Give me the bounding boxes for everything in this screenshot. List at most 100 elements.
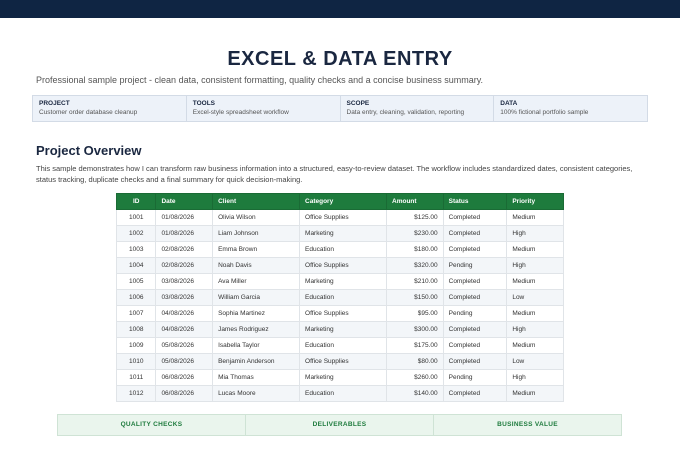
cell-priority: Low	[506, 289, 564, 306]
table-row: 1005 03/08/2026 Ava Miller Marketing $210.00…	[115, 273, 564, 290]
table-row: 1009 05/08/2026 Isabella Taylor Education $1…	[115, 337, 564, 354]
cell-date: 01/08/2026	[155, 209, 214, 226]
page-subtitle: Professional sample project - clean data…	[36, 75, 484, 85]
info-value: Excel-style spreadsheet workflow	[192, 109, 289, 116]
cell-client: Isabella Taylor	[212, 337, 301, 354]
cell-id: 1002	[115, 225, 157, 242]
orders-table: ID Date Client Category Amount Status Pr…	[115, 193, 564, 402]
cell-status: Completed	[442, 273, 508, 290]
table-row: 1010 05/08/2026 Benjamin Anderson Office Su…	[115, 353, 564, 370]
info-project: PROJECT Customer order database cleanup	[33, 96, 187, 121]
quality-checks-label: QUALITY CHECKS	[58, 415, 246, 435]
info-label: SCOPE	[346, 100, 370, 107]
cell-amount: $80.00	[386, 353, 444, 370]
cell-priority: Low	[506, 353, 564, 370]
cell-category: Office Supplies	[299, 305, 387, 322]
cell-priority: Medium	[506, 385, 564, 402]
cell-status: Completed	[442, 289, 508, 306]
cell-amount: $230.00	[386, 225, 444, 242]
cell-date: 06/08/2026	[155, 369, 214, 386]
cell-amount: $150.00	[386, 289, 444, 306]
cell-client: Lucas Moore	[212, 385, 301, 402]
cell-id: 1001	[115, 209, 157, 226]
info-value: 100% fictional portfolio sample	[500, 109, 589, 116]
info-value: Data entry, cleaning, validation, report…	[346, 109, 465, 116]
table-row: 1011 06/08/2026 Mia Thomas Marketing $260.00…	[115, 369, 564, 386]
cell-priority: High	[506, 257, 564, 274]
cell-client: Olivia Wilson	[212, 209, 301, 226]
cell-priority: Medium	[506, 241, 564, 258]
cell-status: Completed	[442, 209, 508, 226]
cell-client: Mia Thomas	[212, 369, 301, 386]
cell-priority: Medium	[506, 337, 564, 354]
cell-category: Marketing	[299, 369, 387, 386]
business-value-label: BUSINESS VALUE	[497, 421, 558, 428]
cell-date: 05/08/2026	[155, 353, 214, 370]
cell-status: Completed	[442, 353, 508, 370]
cell-amount: $180.00	[386, 241, 444, 258]
cell-status: Completed	[442, 385, 508, 402]
cell-amount: $210.00	[386, 273, 444, 290]
cell-amount: $300.00	[386, 321, 444, 338]
cell-id: 1005	[115, 273, 157, 290]
cell-amount: $140.00	[386, 385, 444, 402]
cell-priority: High	[506, 321, 564, 338]
cell-priority: Medium	[506, 209, 564, 226]
cell-id: 1012	[115, 385, 157, 402]
cell-client: Noah Davis	[212, 257, 301, 274]
table-row: 1001 01/08/2026 Olivia Wilson Office Suppli…	[115, 209, 564, 226]
cell-date: 03/08/2026	[155, 289, 214, 306]
cell-category: Education	[299, 289, 387, 306]
cell-status: Pending	[442, 257, 508, 274]
cell-date: 04/08/2026	[155, 305, 214, 322]
cell-priority: Medium	[506, 273, 564, 290]
cell-id: 1003	[115, 241, 157, 258]
cell-date: 03/08/2026	[155, 273, 214, 290]
info-data: DATA 100% fictional portfolio sample	[494, 96, 647, 121]
info-tools: TOOLS Excel-style spreadsheet workflow	[187, 96, 341, 121]
cell-priority: High	[506, 225, 564, 242]
table-row: 1007 04/08/2026 Sophia Martinez Office Supp…	[115, 305, 564, 322]
cell-client: Liam Johnson	[212, 225, 301, 242]
table-header-row: ID Date Client Category Amount Status Pr…	[115, 193, 564, 210]
cell-category: Education	[299, 385, 387, 402]
cell-date: 05/08/2026	[155, 337, 214, 354]
cell-client: William Garcia	[212, 289, 301, 306]
cell-amount: $320.00	[386, 257, 444, 274]
cell-category: Office Supplies	[299, 257, 387, 274]
cell-category: Marketing	[299, 225, 387, 242]
info-label: PROJECT	[39, 100, 70, 107]
info-scope: SCOPE Data entry, cleaning, validation, …	[341, 96, 495, 121]
table-row: 1008 04/08/2026 James Rodriguez Marketing $3…	[115, 321, 564, 338]
header-client: Client	[212, 193, 301, 210]
cell-category: Marketing	[299, 273, 387, 290]
header-id: ID	[115, 193, 157, 210]
cell-date: 02/08/2026	[155, 257, 214, 274]
cell-id: 1004	[115, 257, 157, 274]
cell-date: 06/08/2026	[155, 385, 214, 402]
cell-date: 01/08/2026	[155, 225, 214, 242]
cell-status: Completed	[442, 337, 508, 354]
table-row: 1004 02/08/2026 Noah Davis Office Supplies $…	[115, 257, 564, 274]
cell-amount: $95.00	[386, 305, 444, 322]
cell-amount: $125.00	[386, 209, 444, 226]
info-label: TOOLS	[192, 100, 216, 107]
cell-priority: Medium	[506, 305, 564, 322]
info-label: DATA	[500, 100, 518, 107]
cell-status: Completed	[442, 321, 508, 338]
cell-amount: $175.00	[386, 337, 444, 354]
cell-id: 1009	[115, 337, 157, 354]
cell-client: Emma Brown	[212, 241, 301, 258]
header-status: Status	[442, 193, 508, 210]
cell-client: James Rodriguez	[212, 321, 301, 338]
cell-status: Pending	[442, 305, 508, 322]
cell-category: Marketing	[299, 321, 387, 338]
table-row: 1012 06/08/2026 Lucas Moore Education $140.0…	[115, 385, 564, 402]
header-priority: Priority	[506, 193, 564, 210]
cell-date: 02/08/2026	[155, 241, 214, 258]
cell-date: 04/08/2026	[155, 321, 214, 338]
table-row: 1003 02/08/2026 Emma Brown Education $180.00…	[115, 241, 564, 258]
cell-id: 1010	[115, 353, 157, 370]
project-info-strip: PROJECT Customer order database cleanup …	[32, 95, 648, 122]
cell-id: 1008	[115, 321, 157, 338]
